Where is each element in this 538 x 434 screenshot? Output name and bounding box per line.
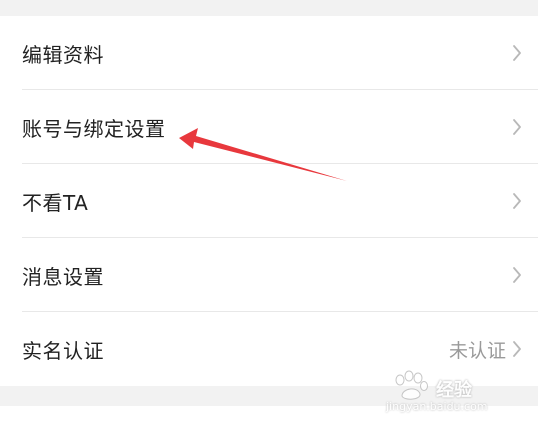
settings-item-message-settings[interactable]: 消息设置 [0, 238, 538, 312]
chevron-right-icon [513, 193, 521, 209]
verification-status: 未认证 [448, 339, 506, 362]
settings-item-edit-profile[interactable]: 编辑资料 [0, 16, 538, 90]
settings-list: 编辑资料 账号与绑定设置 不看TA 消息设置 实名认证 未认证 [0, 16, 538, 386]
chevron-right-icon [513, 119, 521, 135]
settings-item-label: 实名认证 [22, 338, 104, 363]
settings-screen: 编辑资料 账号与绑定设置 不看TA 消息设置 实名认证 未认证 经验 jingy… [0, 0, 538, 434]
paw-logo [395, 370, 428, 400]
top-gap [0, 0, 538, 16]
watermark-url: jingyan.baidu.com [386, 400, 488, 413]
watermark-brand: 经验 [436, 380, 472, 401]
chevron-right-icon [513, 45, 521, 61]
settings-item-label: 编辑资料 [22, 42, 104, 67]
settings-item-hide-ta[interactable]: 不看TA [0, 164, 538, 238]
settings-item-account-binding[interactable]: 账号与绑定设置 [0, 90, 538, 164]
watermark: 经验 jingyan.baidu.com [384, 370, 504, 416]
settings-item-label: 账号与绑定设置 [22, 116, 166, 141]
chevron-right-icon [513, 267, 521, 283]
settings-item-label: 不看TA [22, 190, 89, 215]
settings-item-label: 消息设置 [22, 264, 104, 289]
chevron-right-icon [513, 341, 521, 357]
